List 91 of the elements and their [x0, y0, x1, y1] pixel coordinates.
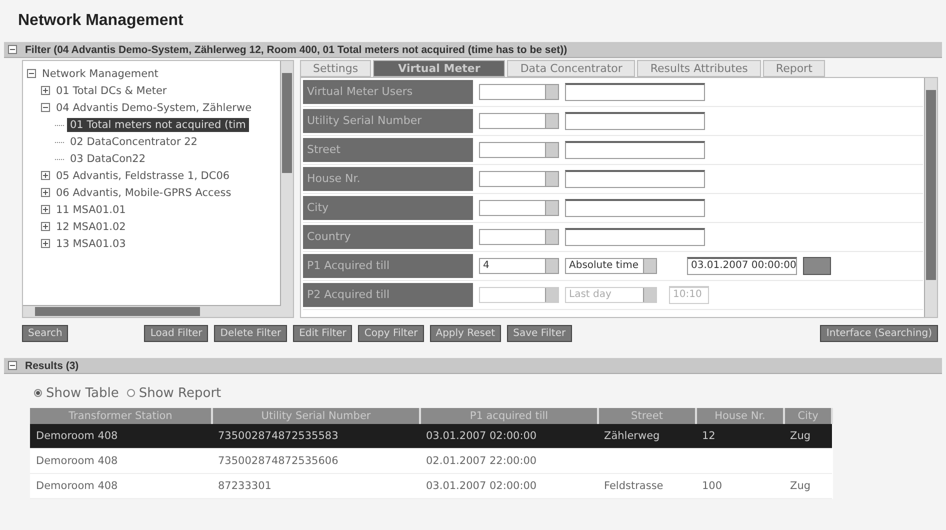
tree-item[interactable]: 01 Total DCs & Meter: [53, 84, 170, 98]
column-header[interactable]: Street: [598, 408, 696, 424]
button[interactable]: Apply Reset: [430, 324, 502, 342]
button[interactable]: Save Filter: [507, 324, 572, 342]
dropdown[interactable]: Absolute time: [565, 258, 657, 274]
input-field[interactable]: 03.01.2007 00:00:00: [687, 257, 797, 275]
table-cell: Zug: [790, 480, 811, 492]
collapse-icon[interactable]: [27, 69, 36, 78]
tree-item[interactable]: 04 Advantis Demo-System, Zählerwe: [53, 100, 255, 114]
dropdown[interactable]: [479, 113, 559, 129]
tab[interactable]: Data Concentrator: [507, 60, 636, 77]
button[interactable]: Interface (Searching): [820, 324, 938, 342]
table-cell: Zug: [790, 430, 811, 442]
field-label: Country: [303, 225, 473, 249]
dropdown[interactable]: [479, 171, 559, 187]
expand-icon[interactable]: [41, 205, 50, 214]
radio-button[interactable]: [126, 389, 135, 397]
expand-icon[interactable]: [41, 222, 50, 231]
radio-label[interactable]: Show Table: [46, 386, 119, 400]
button[interactable]: Edit Filter: [293, 324, 352, 342]
table-cell: 02.01.2007 22:00:00: [426, 455, 537, 467]
tree-item[interactable]: 11 MSA01.01: [53, 202, 129, 216]
input-field[interactable]: [565, 112, 705, 130]
field-label: House Nr.: [303, 167, 473, 191]
tree-item[interactable]: 03 DataCon22: [67, 152, 149, 166]
dropdown[interactable]: 4: [479, 258, 559, 274]
table-cell: Demoroom 408: [36, 430, 118, 442]
collapse-icon[interactable]: [8, 361, 17, 370]
dropdown[interactable]: [479, 200, 559, 216]
tree-item[interactable]: 05 Advantis, Feldstrasse 1, DC06: [53, 168, 233, 182]
input-field[interactable]: [565, 199, 705, 217]
table-cell: 100: [702, 480, 722, 492]
column-header[interactable]: City: [784, 408, 832, 424]
collapse-icon[interactable]: [8, 45, 17, 54]
tab[interactable]: Virtual Meter: [373, 60, 506, 77]
table-cell: Feldstrasse: [604, 480, 664, 492]
tree-item[interactable]: Network Management: [39, 66, 162, 80]
expand-icon[interactable]: [41, 86, 50, 95]
input-field[interactable]: [565, 228, 705, 246]
table-cell: 735002874872535606: [218, 455, 338, 467]
table-cell: 03.01.2007 02:00:00: [426, 480, 537, 492]
field-label: Virtual Meter Users: [303, 80, 473, 104]
expand-icon[interactable]: [41, 239, 50, 248]
section-title: Filter (04 Advantis Demo-System, Zählerweg 12, Room 400, 01 Total meters not acquired (time has to be set)): [25, 44, 568, 56]
table-cell: 12: [702, 430, 716, 442]
tree-item[interactable]: 01 Total meters not acquired (tim: [67, 118, 249, 132]
field-label: Street: [303, 138, 473, 162]
input-field[interactable]: [565, 83, 705, 101]
table-cell: Demoroom 408: [36, 480, 118, 492]
table-row[interactable]: Demoroom 408 87233301 03.01.2007 02:00:00 Feldstrasse 100 Zug: [30, 474, 832, 498]
column-header[interactable]: Utility Serial Number: [212, 408, 420, 424]
field-label: P1 Acquired till: [303, 254, 473, 278]
dropdown[interactable]: [479, 142, 559, 158]
tree-item[interactable]: 06 Advantis, Mobile-GPRS Access: [53, 186, 234, 200]
tree-item[interactable]: 02 DataConcentrator 22: [67, 134, 200, 148]
column-header[interactable]: Transformer Station: [30, 408, 212, 424]
tab[interactable]: Settings: [300, 60, 372, 77]
table-cell: 03.01.2007 02:00:00: [426, 430, 537, 442]
column-header[interactable]: House Nr.: [696, 408, 784, 424]
scrollbar[interactable]: [924, 78, 937, 317]
field-label: Utility Serial Number: [303, 109, 473, 133]
scrollbar[interactable]: [23, 305, 281, 317]
tab[interactable]: Results Attributes: [637, 60, 761, 77]
table-cell: Zählerweg: [604, 430, 660, 442]
button[interactable]: Copy Filter: [358, 324, 424, 342]
section-title: Results (3): [25, 360, 79, 372]
scrollbar[interactable]: [280, 61, 293, 317]
radio-button[interactable]: [34, 389, 42, 397]
button[interactable]: Load Filter: [144, 324, 208, 342]
expand-icon[interactable]: [41, 171, 50, 180]
button[interactable]: Delete Filter: [214, 324, 288, 342]
tab[interactable]: Report: [762, 60, 826, 77]
table-row[interactable]: Demoroom 408 735002874872535606 02.01.2007 22:00:00: [30, 448, 832, 474]
page-title: Network Management: [18, 12, 184, 30]
dropdown[interactable]: [479, 84, 559, 100]
table-cell: Demoroom 408: [36, 455, 118, 467]
table-cell: 87233301: [218, 480, 272, 492]
column-header[interactable]: P1 acquired till: [420, 408, 598, 424]
expand-icon[interactable]: [41, 188, 50, 197]
field-label: P2 Acquired till: [303, 283, 473, 307]
tree-item[interactable]: 12 MSA01.02: [53, 220, 129, 234]
input-field[interactable]: [565, 141, 705, 159]
input-field[interactable]: [565, 170, 705, 188]
table-cell: 735002874872535583: [218, 430, 338, 442]
dropdown[interactable]: [479, 229, 559, 245]
field-label: City: [303, 196, 473, 220]
collapse-icon[interactable]: [41, 103, 50, 112]
table-row[interactable]: Demoroom 408 735002874872535583 03.01.2007 02:00:00 Zählerweg 12 Zug: [30, 424, 832, 448]
radio-label[interactable]: Show Report: [138, 386, 222, 400]
tree-item[interactable]: 13 MSA01.03: [53, 236, 129, 250]
button[interactable]: Search: [22, 324, 68, 342]
